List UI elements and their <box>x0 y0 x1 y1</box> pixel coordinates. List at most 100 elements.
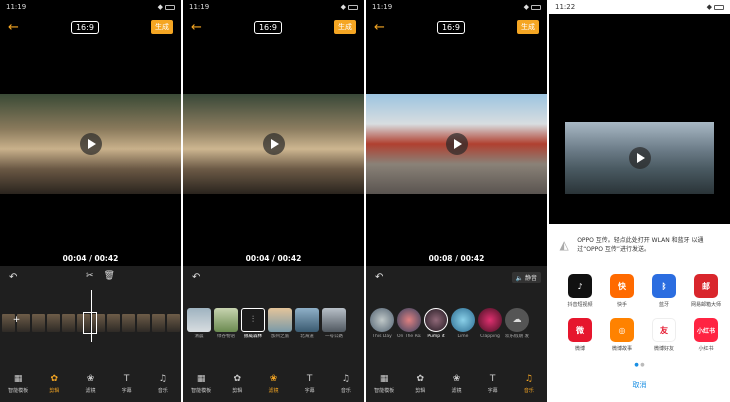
filter-thumb <box>214 308 238 332</box>
status-time: 11:19 <box>189 3 210 11</box>
scissors-icon[interactable]: ✂ <box>86 271 94 281</box>
timeline-thumb[interactable] <box>152 314 165 332</box>
music-cover: ☁ <box>505 308 529 332</box>
delete-icon[interactable]: 🗑 <box>104 271 115 281</box>
share-app-weibo-story[interactable]: ◎ 微博故事 <box>601 318 643 352</box>
nav-music[interactable]: ♫ 音乐 <box>145 373 181 394</box>
music-item[interactable]: ☁ 欢乐假期 发 <box>505 308 529 339</box>
share-app-grid: ♪ 抖音短视频 快快手 ᛒ 蓝牙 邮网易邮箱大师 微微博 ◎ 微博故事 友微博好友 小… <box>559 274 724 352</box>
nav-label: 字幕 <box>304 388 315 394</box>
video-preview[interactable] <box>565 122 714 194</box>
mute-button[interactable]: 🔈 静音 <box>511 272 541 283</box>
undo-icon[interactable]: ↶ <box>9 272 17 283</box>
nav-smart-template[interactable]: ▦ 智能模板 <box>366 373 402 394</box>
back-arrow-icon[interactable]: ← <box>8 21 19 34</box>
playhead[interactable] <box>91 290 92 342</box>
music-icon: ♫ <box>524 374 533 384</box>
filter-item[interactable]: 加州之旅 <box>268 308 292 339</box>
aspect-ratio-button[interactable]: 16:9 <box>436 20 465 34</box>
nav-smart-template[interactable]: ▦ 智能模板 <box>0 373 36 394</box>
nav-label: 滤镜 <box>85 388 96 394</box>
timeline-thumb[interactable] <box>137 314 150 332</box>
generate-button[interactable]: 生成 <box>334 20 356 34</box>
music-item[interactable]: Clapping <box>478 308 502 339</box>
filter-label: 北海道 <box>300 334 314 339</box>
undo-icon[interactable]: ↶ <box>375 272 383 283</box>
nav-edit[interactable]: ✿ 剪辑 <box>36 373 72 394</box>
playback-time: 00:08 / 00:42 <box>428 254 485 263</box>
playback-time: 00:04 / 00:42 <box>245 254 302 263</box>
undo-icon[interactable]: ↶ <box>192 272 200 283</box>
filter-item[interactable]: 北海道 <box>295 308 319 339</box>
video-preview[interactable] <box>0 94 181 194</box>
filter-item[interactable]: 绿谷物语 <box>214 308 238 339</box>
generate-button[interactable]: 生成 <box>517 20 539 34</box>
film-icon: ✿ <box>233 374 242 384</box>
nav-edit[interactable]: ✿ 剪辑 <box>219 373 255 394</box>
play-icon[interactable] <box>445 133 468 155</box>
share-app-kuaishou[interactable]: 快快手 <box>601 274 643 308</box>
share-app-bluetooth[interactable]: ᛒ 蓝牙 <box>643 274 685 308</box>
music-list: This Day On The Road Pump it Lime Clappi… <box>370 308 547 339</box>
timeline-thumb[interactable] <box>47 314 60 332</box>
edit-toolbar: ↶ ✂ 🗑 + ▦ 智能模板 ✿ 剪辑 ❀ 滤镜 T 字幕 ♫ 音乐 <box>0 266 181 402</box>
filter-label: 加州之旅 <box>271 334 289 339</box>
nav-subtitle[interactable]: T 字幕 <box>109 373 145 394</box>
status-bar: 11:22 ◆ <box>549 0 730 14</box>
oppo-share-row[interactable]: ◭ OPPO 互传。轻点此处打开 WLAN 和蓝牙 以通过“OPPO 互传”进行… <box>559 236 722 254</box>
nav-subtitle[interactable]: T 字幕 <box>475 373 511 394</box>
top-bar: ← 16:9 生成 <box>366 14 547 40</box>
share-app-xiaohongshu[interactable]: 小红书 小红书 <box>685 318 727 352</box>
timeline-thumb[interactable] <box>167 314 180 332</box>
music-item[interactable]: Pump it <box>424 308 448 339</box>
aspect-ratio-button[interactable]: 16:9 <box>70 20 99 34</box>
back-arrow-icon[interactable]: ← <box>191 21 202 34</box>
share-app-mail[interactable]: 邮网易邮箱大师 <box>685 274 727 308</box>
share-app-douyin[interactable]: ♪ 抖音短视频 <box>559 274 601 308</box>
generate-button[interactable]: 生成 <box>151 20 173 34</box>
text-icon: T <box>306 374 313 384</box>
timeline-thumb[interactable] <box>107 314 120 332</box>
page-dot: ● <box>640 362 645 368</box>
selected-clip[interactable] <box>83 312 97 334</box>
nav-music[interactable]: ♫ 音乐 <box>328 373 364 394</box>
nav-label: 剪辑 <box>49 388 60 394</box>
nav-filter[interactable]: ❀ 滤镜 <box>72 373 108 394</box>
music-label: Lime <box>457 334 469 339</box>
editor-panel-cut: 11:19 ◆ ← 16:9 生成 00:04 / 00:42 ↶ ✂ 🗑 + … <box>0 0 181 402</box>
nav-label: 音乐 <box>523 388 534 394</box>
grid-icon: ▦ <box>196 374 206 384</box>
nav-filter[interactable]: ❀ 滤镜 <box>438 373 474 394</box>
status-time: 11:19 <box>6 3 27 11</box>
cancel-button[interactable]: 取消 <box>549 380 730 390</box>
timeline-thumb[interactable] <box>32 314 45 332</box>
app-label: 微博 <box>574 346 585 352</box>
grid-icon: ▦ <box>13 374 23 384</box>
timeline-thumb[interactable] <box>122 314 135 332</box>
filter-item[interactable]: ⫶ 挪威森林 <box>241 308 265 339</box>
music-item[interactable]: On The Road <box>397 308 421 339</box>
share-app-weibo-friend[interactable]: 友微博好友 <box>643 318 685 352</box>
video-preview[interactable] <box>183 94 364 194</box>
play-icon[interactable] <box>628 147 651 169</box>
play-icon[interactable] <box>262 133 285 155</box>
app-label: 抖音短视频 <box>567 302 593 308</box>
timeline-thumb[interactable] <box>62 314 75 332</box>
nav-subtitle[interactable]: T 字幕 <box>292 373 328 394</box>
status-icons: ◆ <box>524 3 541 11</box>
nav-filter[interactable]: ❀ 滤镜 <box>255 373 291 394</box>
filter-item[interactable]: 清晨 <box>187 308 211 339</box>
music-item[interactable]: This Day <box>370 308 394 339</box>
nav-smart-template[interactable]: ▦ 智能模板 <box>183 373 219 394</box>
music-item[interactable]: Lime <box>451 308 475 339</box>
filter-item[interactable]: 一号公路 <box>322 308 346 339</box>
nav-music[interactable]: ♫ 音乐 <box>511 373 547 394</box>
add-clip-icon[interactable]: + <box>12 316 21 325</box>
share-app-weibo[interactable]: 微微博 <box>559 318 601 352</box>
nav-edit[interactable]: ✿ 剪辑 <box>402 373 438 394</box>
aspect-ratio-button[interactable]: 16:9 <box>253 20 282 34</box>
battery-icon <box>165 4 175 10</box>
play-icon[interactable] <box>79 133 102 155</box>
back-arrow-icon[interactable]: ← <box>374 21 385 34</box>
video-preview[interactable] <box>366 94 547 194</box>
